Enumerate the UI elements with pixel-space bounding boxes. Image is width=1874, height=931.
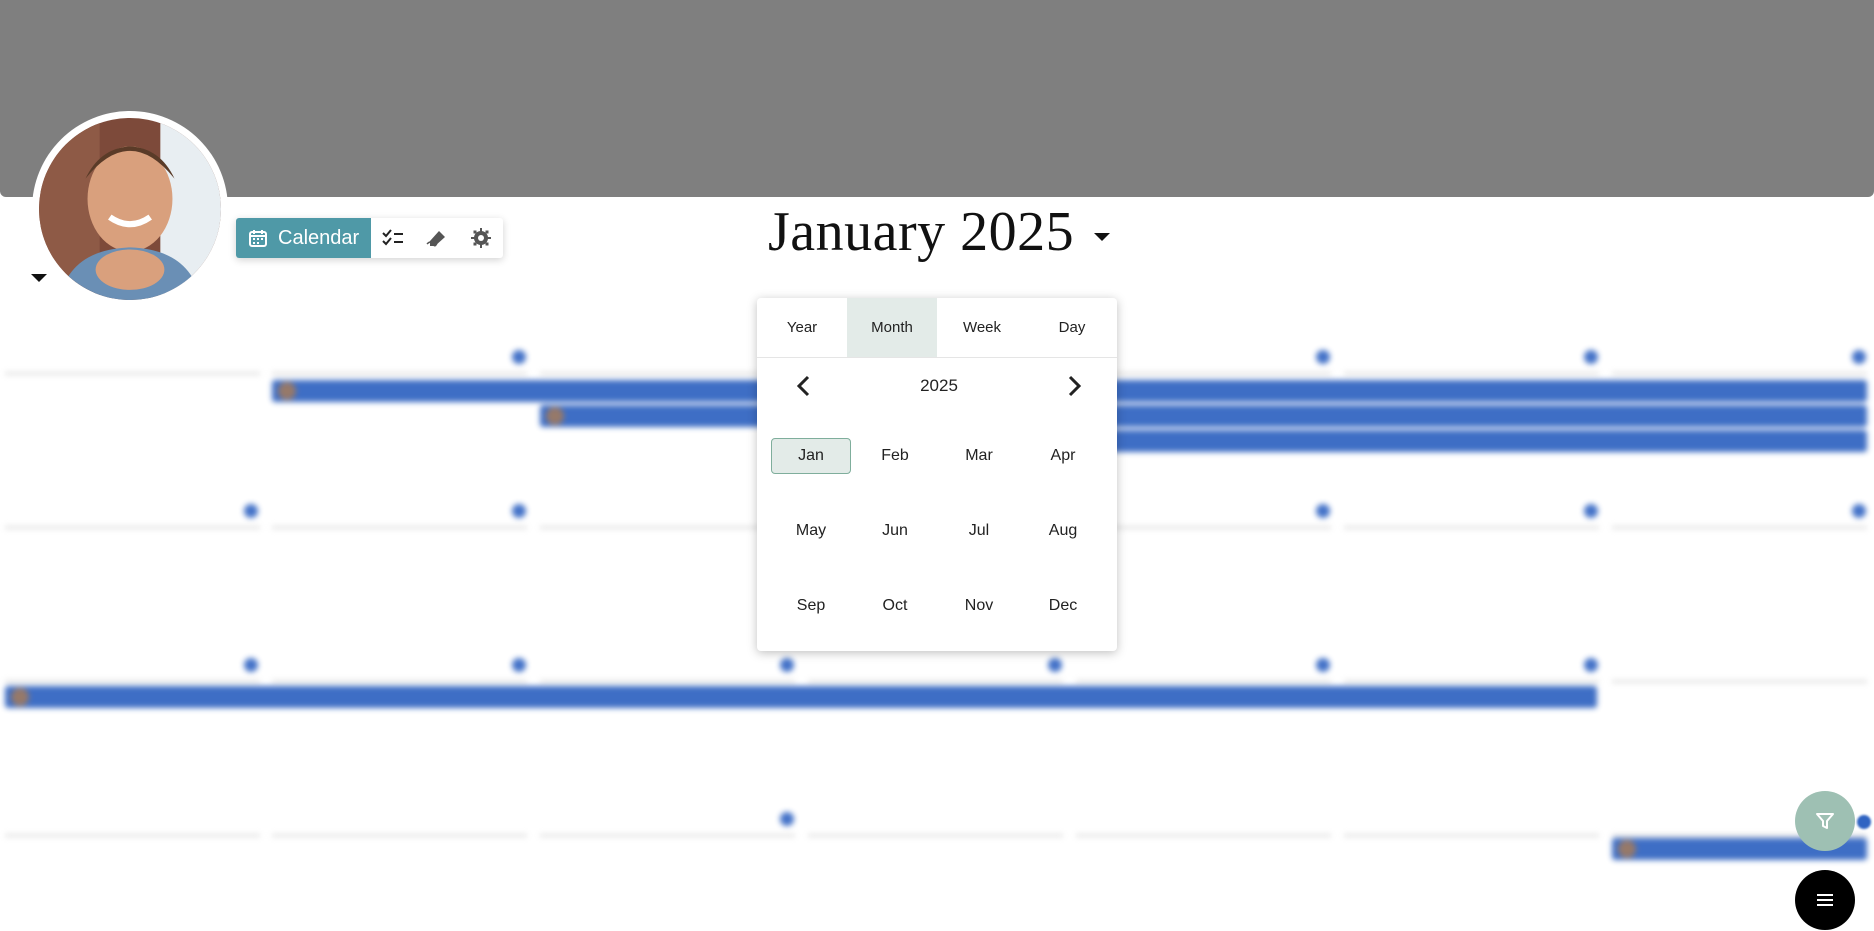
week-row: [1344, 526, 1599, 529]
add-event-dot: [1852, 350, 1866, 364]
add-event-dot: [780, 658, 794, 672]
add-event-dot: [1857, 815, 1871, 829]
month-label: May: [795, 521, 827, 539]
month-jan[interactable]: Jan: [769, 418, 853, 493]
add-event-dot: [1584, 504, 1598, 518]
month-aug[interactable]: Aug: [1021, 493, 1105, 568]
add-event-dot: [244, 504, 258, 518]
profile-avatar[interactable]: [32, 111, 228, 307]
filter-button[interactable]: [1795, 791, 1855, 851]
month-label: Oct: [882, 596, 908, 614]
week-row: [272, 526, 527, 529]
week-row: [1344, 372, 1599, 375]
cover-banner: [0, 0, 1874, 197]
add-event-dot: [244, 658, 258, 672]
event-bar: [540, 405, 1867, 427]
event-bar: [5, 686, 1597, 708]
tab-year[interactable]: Year: [757, 298, 847, 357]
view-tabs: Year Month Week Day: [757, 298, 1117, 358]
hamburger-menu-icon: [1817, 894, 1833, 906]
view-toolbar: Calendar: [236, 218, 504, 258]
month-apr[interactable]: Apr: [1021, 418, 1105, 493]
chevron-left-icon[interactable]: [795, 375, 811, 397]
year-navigation: 2025: [757, 358, 1117, 414]
settings-button[interactable]: [459, 218, 503, 258]
month-mar[interactable]: Mar: [937, 418, 1021, 493]
week-row: [1612, 372, 1867, 375]
month-label: Nov: [964, 596, 994, 614]
week-row: [540, 680, 795, 683]
add-event-dot: [780, 812, 794, 826]
chevron-down-icon: [1094, 233, 1111, 241]
week-row: [808, 834, 1063, 837]
week-row: [272, 372, 527, 375]
year-label: 2025: [920, 376, 958, 395]
month-label: Aug: [1048, 521, 1078, 539]
avatar-photo: [39, 118, 221, 300]
week-row: [1344, 680, 1599, 683]
month-may[interactable]: May: [769, 493, 853, 568]
week-row: [1344, 834, 1599, 837]
month-label: Jun: [882, 521, 908, 539]
tab-day[interactable]: Day: [1027, 298, 1117, 357]
calendar-tab-button[interactable]: Calendar: [236, 218, 372, 258]
gear-icon: [471, 228, 492, 248]
add-event-dot: [1316, 658, 1330, 672]
week-row: [5, 526, 260, 529]
tasks-button[interactable]: [371, 218, 415, 258]
month-dec[interactable]: Dec: [1021, 568, 1105, 643]
week-row: [1076, 834, 1331, 837]
filter-icon: [1816, 813, 1834, 829]
tab-month[interactable]: Month: [847, 298, 937, 357]
add-event-dot: [1316, 350, 1330, 364]
week-row: [272, 834, 527, 837]
add-event-dot: [512, 658, 526, 672]
event-bar: [1076, 430, 1867, 452]
main-menu-button[interactable]: [1795, 870, 1855, 930]
chevron-right-icon[interactable]: [1067, 375, 1083, 397]
week-row: [1612, 680, 1867, 683]
month-label: Feb: [881, 446, 909, 464]
add-event-dot: [1852, 504, 1866, 518]
month-label: Dec: [1048, 596, 1078, 614]
month-nov[interactable]: Nov: [937, 568, 1021, 643]
view-picker-popover: Year Month Week Day 2025 Jan Feb Mar Apr…: [757, 298, 1117, 651]
month-label: Sep: [796, 596, 826, 614]
journal-button[interactable]: [415, 218, 459, 258]
month-grid: Jan Feb Mar Apr May Jun Jul Aug Sep Oct …: [757, 414, 1117, 643]
add-event-dot: [1316, 504, 1330, 518]
week-row: [5, 834, 260, 837]
add-event-dot: [1584, 658, 1598, 672]
tab-week[interactable]: Week: [937, 298, 1027, 357]
month-sep[interactable]: Sep: [769, 568, 853, 643]
pen-icon: [426, 231, 446, 247]
month-oct[interactable]: Oct: [853, 568, 937, 643]
add-event-dot: [512, 504, 526, 518]
month-title-dropdown[interactable]: January 2025: [768, 200, 1111, 264]
month-label: Mar: [965, 446, 993, 464]
add-event-dot: [512, 350, 526, 364]
month-jul[interactable]: Jul: [937, 493, 1021, 568]
week-row: [1612, 526, 1867, 529]
month-label: Apr: [1050, 446, 1076, 464]
week-row: [808, 680, 1063, 683]
add-event-dot: [1584, 350, 1598, 364]
week-row: [5, 372, 260, 375]
checklist-icon: [382, 229, 404, 246]
month-jun[interactable]: Jun: [853, 493, 937, 568]
add-event-dot: [1048, 658, 1062, 672]
week-row: [5, 680, 260, 683]
week-row: [272, 680, 527, 683]
week-row: [540, 834, 795, 837]
profile-menu-caret[interactable]: [31, 274, 47, 282]
month-feb[interactable]: Feb: [853, 418, 937, 493]
month-label: Jul: [968, 521, 990, 539]
week-row: [1076, 680, 1331, 683]
page-title: January 2025: [768, 201, 1075, 263]
month-label: Jan: [771, 437, 851, 474]
calendar-icon: [249, 230, 267, 247]
calendar-tab-label: Calendar: [278, 226, 360, 249]
